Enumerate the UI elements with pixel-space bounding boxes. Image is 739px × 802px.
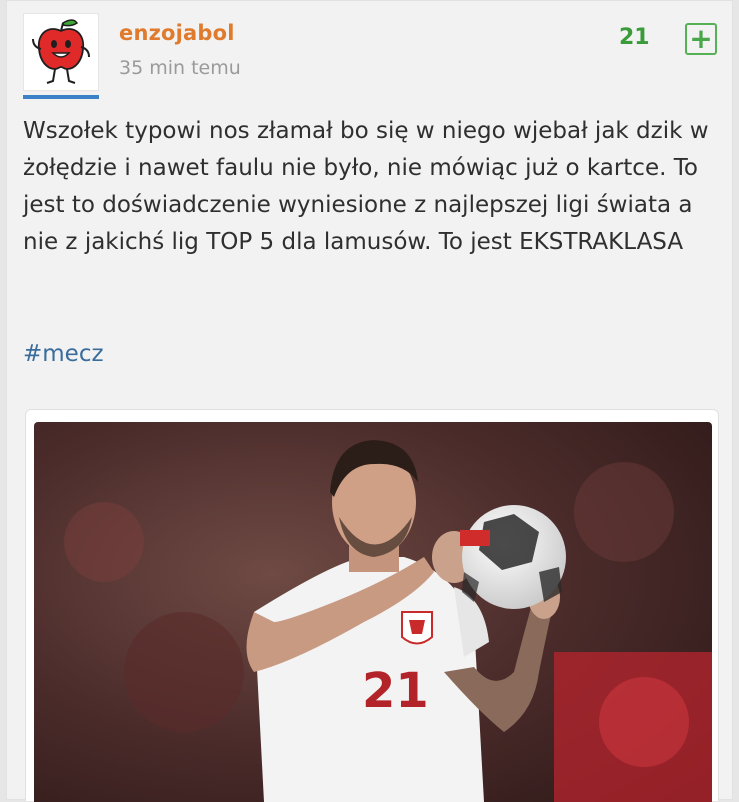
post-body: Wszołek typowi nos złamał bo się w niego…	[23, 118, 709, 255]
avatar[interactable]	[23, 13, 101, 99]
vote-count: 21	[619, 25, 650, 50]
avatar-frame	[23, 13, 99, 91]
apple-mascot-icon	[32, 19, 90, 84]
football-player-photo: 21	[34, 422, 712, 802]
post-image[interactable]: 21	[34, 422, 712, 802]
post-time[interactable]: 35 min temu	[119, 57, 241, 79]
plus-icon: +	[689, 22, 713, 55]
embedded-image-frame: 21	[25, 409, 719, 802]
avatar-underline	[23, 95, 99, 99]
tag-link[interactable]: #mecz	[23, 341, 104, 367]
shirt-number: 21	[362, 663, 429, 719]
author-name[interactable]: enzojabol	[119, 21, 235, 45]
post-card: enzojabol 35 min temu 21 + Wszołek typow…	[6, 0, 733, 802]
upvote-button[interactable]: +	[685, 23, 717, 55]
